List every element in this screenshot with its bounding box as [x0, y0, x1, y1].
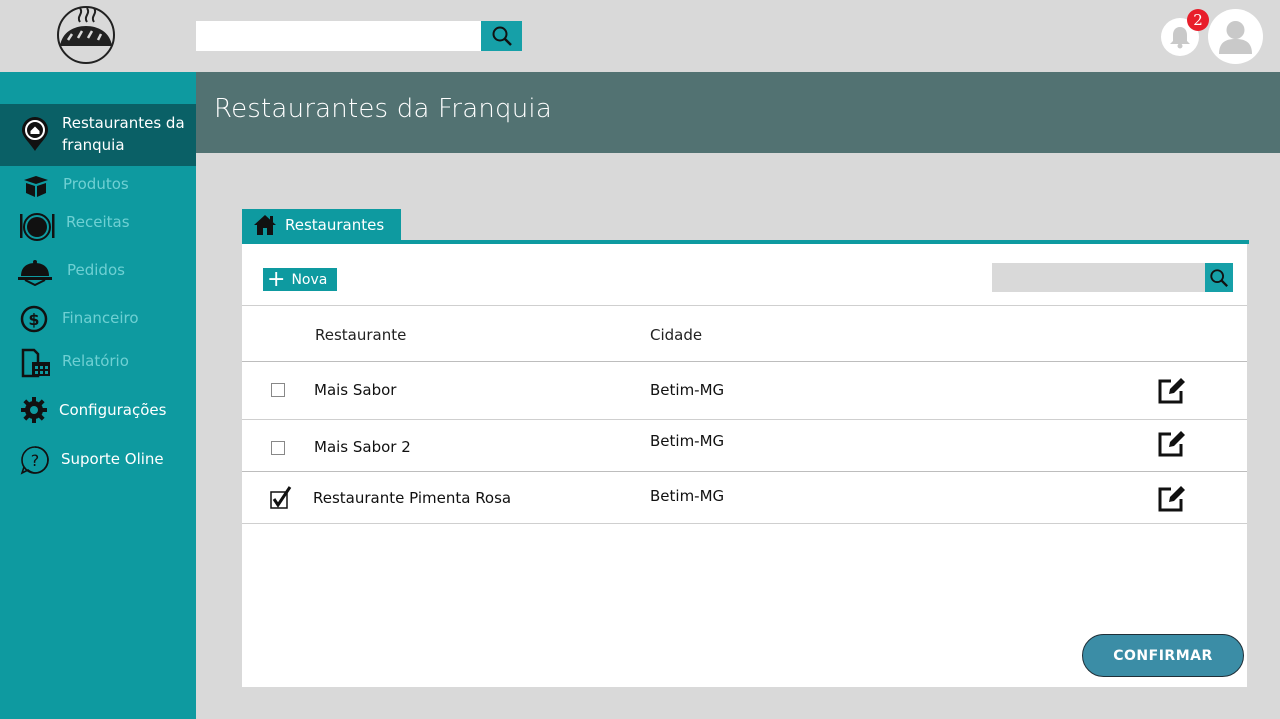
divider [242, 471, 1247, 472]
sidebar-item-pedidos[interactable]: Pedidos [0, 256, 196, 286]
global-search-input[interactable] [196, 21, 481, 51]
search-icon [1210, 268, 1228, 287]
user-icon [1219, 21, 1252, 54]
row-checkbox[interactable] [271, 383, 285, 397]
restaurant-name: Mais Sabor [314, 381, 397, 399]
confirm-button[interactable]: CONFIRMAR [1082, 634, 1244, 677]
sidebar-item-label: Receitas [66, 213, 130, 231]
divider [242, 361, 1247, 362]
column-header-cidade: Cidade [650, 326, 703, 344]
restaurant-name: Restaurante Pimenta Rosa [313, 489, 512, 507]
page-title: Restaurantes da Franquia [214, 94, 552, 124]
sidebar-item-receitas[interactable]: Receitas [0, 208, 196, 242]
tab-label: Restaurantes [285, 216, 385, 234]
top-bar: 2 [0, 0, 1280, 72]
new-restaurant-button[interactable]: + Nova [263, 268, 337, 291]
column-header-restaurante: Restaurante [315, 326, 407, 344]
gear-icon [21, 397, 47, 423]
restaurant-city: Betim-MG [650, 432, 725, 450]
sidebar-item-financeiro[interactable]: $ Financeiro [0, 304, 196, 334]
restaurant-city: Betim-MG [650, 381, 725, 399]
page-header: Restaurantes da Franquia [196, 72, 1280, 153]
edit-icon[interactable] [1157, 428, 1187, 458]
divider [242, 305, 1247, 306]
restaurant-city: Betim-MG [650, 487, 725, 505]
svg-text:?: ? [31, 451, 40, 470]
sidebar-item-configuracoes[interactable]: Configurações [0, 396, 196, 424]
sidebar-item-label: Configurações [59, 401, 167, 419]
divider [242, 419, 1247, 420]
table-search-input[interactable] [992, 263, 1206, 292]
location-pin-icon [20, 116, 50, 152]
search-icon [492, 26, 512, 46]
dollar-icon: $ [20, 305, 48, 333]
bell-icon [1170, 27, 1190, 49]
restaurants-panel [242, 244, 1247, 687]
plate-icon [18, 210, 56, 242]
edit-icon[interactable] [1157, 483, 1187, 513]
row-checkbox-checked[interactable] [270, 486, 292, 509]
edit-icon[interactable] [1157, 375, 1187, 405]
checkmark-icon [270, 486, 292, 509]
question-icon: ? [20, 445, 50, 475]
new-button-label: Nova [291, 271, 328, 288]
row-checkbox[interactable] [271, 441, 285, 455]
svg-text:$: $ [28, 310, 39, 329]
cloche-icon [17, 258, 53, 286]
table-search-button[interactable] [1205, 263, 1233, 292]
sidebar-item-label: Financeiro [62, 309, 139, 327]
sidebar-item-suporte[interactable]: ? Suporte Oline [0, 444, 196, 475]
sidebar-item-label: Produtos [63, 175, 129, 193]
sidebar: Restaurantes da franquia Produtos Receit… [0, 72, 196, 719]
notification-badge: 2 [1187, 9, 1209, 31]
sidebar-item-relatorio[interactable]: Relatório [0, 347, 196, 379]
user-avatar[interactable] [1208, 9, 1263, 64]
report-icon [20, 348, 52, 378]
home-icon [253, 214, 277, 236]
sidebar-item-produtos[interactable]: Produtos [0, 172, 196, 198]
divider [242, 523, 1247, 524]
sidebar-item-label: Relatório [62, 352, 129, 370]
bakery-logo-icon[interactable] [54, 4, 118, 64]
global-search-button[interactable] [481, 21, 522, 51]
box-icon [22, 174, 50, 198]
sidebar-item-label: Restaurantes da franquia [62, 114, 185, 154]
sidebar-item-restaurantes[interactable]: Restaurantes da franquia [0, 104, 196, 166]
plus-icon: + [267, 267, 286, 292]
restaurant-name: Mais Sabor 2 [314, 438, 411, 456]
sidebar-item-label: Pedidos [67, 261, 125, 279]
tab-restaurantes[interactable]: Restaurantes [242, 209, 401, 241]
sidebar-item-label: Suporte Oline [61, 450, 164, 468]
